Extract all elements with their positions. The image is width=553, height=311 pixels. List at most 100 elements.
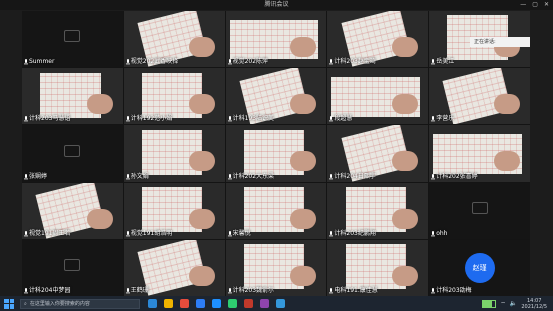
taskbar-app-icon[interactable] bbox=[276, 299, 285, 308]
microphone-icon bbox=[24, 59, 28, 65]
video-feed-detail bbox=[493, 151, 520, 172]
participant-tile[interactable]: 计科203魏俞尔 bbox=[225, 239, 327, 296]
participant-label: 计科202大东梁 bbox=[227, 173, 274, 181]
microphone-icon bbox=[431, 173, 436, 180]
participant-label: Summer bbox=[24, 58, 54, 66]
participant-tile[interactable]: 计科202大东梁 bbox=[225, 125, 327, 182]
participant-tile[interactable]: 计科204中梦园 bbox=[22, 239, 123, 296]
video-feed-detail bbox=[392, 265, 419, 286]
participant-label: 孙文娟 bbox=[125, 173, 149, 181]
participant-tile[interactable]: 孙文娟 bbox=[123, 125, 225, 182]
video-feed-detail bbox=[290, 94, 317, 115]
participant-label: 计科192范小娟 bbox=[125, 115, 172, 123]
microphone-icon bbox=[24, 288, 28, 294]
taskbar-app-icon[interactable] bbox=[244, 299, 253, 308]
participant-tile[interactable]: 视觉191周王若 bbox=[22, 182, 123, 239]
participant-name: 电科191.康佳慧 bbox=[334, 287, 378, 294]
video-feed-detail bbox=[188, 265, 215, 286]
participant-tile[interactable]: ohh bbox=[429, 182, 530, 239]
video-feed-detail bbox=[188, 208, 215, 229]
video-feed-detail bbox=[188, 151, 215, 172]
microphone-icon bbox=[329, 59, 334, 65]
microphone-icon bbox=[431, 59, 436, 65]
participant-tile[interactable]: 段超慧 bbox=[327, 68, 429, 125]
microphone-icon bbox=[24, 230, 28, 237]
participant-tile[interactable]: 李营乐 bbox=[429, 68, 530, 125]
participant-label: 计科203劭梅 bbox=[431, 287, 472, 295]
video-feed-detail bbox=[86, 208, 113, 229]
taskbar-apps bbox=[148, 299, 285, 308]
participant-label: 计科202张喜婷 bbox=[431, 173, 478, 181]
participant-label: 视觉202陈萍 bbox=[227, 58, 268, 66]
microphone-icon bbox=[329, 116, 334, 122]
search-placeholder: 在这里输入你要搜索的内容 bbox=[29, 301, 90, 307]
microphone-icon bbox=[227, 59, 232, 65]
video-feed-detail bbox=[290, 208, 317, 229]
participant-label: 计科193陆识美 bbox=[227, 115, 274, 123]
taskbar-app-icon[interactable] bbox=[228, 299, 237, 308]
taskbar-app-icon[interactable] bbox=[164, 299, 173, 308]
taskbar-app-icon[interactable] bbox=[212, 299, 221, 308]
video-feed-detail bbox=[392, 94, 419, 115]
participant-label: 计科203赵宝琦 bbox=[329, 58, 376, 66]
system-tray: ⌔ 🔈 14:07 2021/12/5 bbox=[482, 298, 547, 310]
video-feed-detail bbox=[392, 208, 419, 229]
taskbar-app-icon[interactable] bbox=[196, 299, 205, 308]
camera-off-icon bbox=[471, 201, 488, 214]
participant-tile[interactable]: 计科202张喜婷 bbox=[429, 125, 530, 182]
participant-tile[interactable]: 计科204日熙宇 bbox=[327, 125, 429, 182]
participant-tile[interactable]: 计科203纪鹏翔 bbox=[327, 182, 429, 239]
microphone-icon bbox=[125, 173, 130, 180]
minimize-button[interactable]: — bbox=[520, 0, 526, 10]
participant-label: 宋馨悦 bbox=[227, 229, 251, 238]
windows-start-button[interactable] bbox=[4, 298, 14, 309]
close-button[interactable]: ✕ bbox=[544, 0, 549, 10]
participant-tile[interactable]: 王鹤珊 bbox=[123, 239, 225, 296]
microphone-icon bbox=[431, 288, 436, 294]
taskbar-app-icon[interactable] bbox=[180, 299, 189, 308]
maximize-button[interactable]: ▢ bbox=[532, 0, 538, 10]
microphone-icon bbox=[24, 116, 28, 122]
taskbar-app-icon[interactable] bbox=[260, 299, 269, 308]
participant-name: Summer bbox=[29, 58, 55, 66]
participant-name: 计科203马慧语 bbox=[29, 115, 71, 123]
clock[interactable]: 14:07 2021/12/5 bbox=[521, 298, 547, 310]
participant-tile[interactable]: 计科203赵宝琦 bbox=[327, 11, 429, 68]
participant-name: 宋馨悦 bbox=[232, 229, 251, 237]
participant-label: 计科203马慧语 bbox=[24, 115, 70, 123]
taskbar-search-box[interactable]: ⌕ 在这里输入你要搜索的内容 bbox=[20, 298, 140, 309]
participant-tile[interactable]: 电科191.康佳慧 bbox=[327, 239, 429, 296]
participant-tile[interactable]: 视觉191胡浩明 bbox=[123, 182, 225, 239]
speaking-text: 正在讲话: bbox=[474, 39, 496, 45]
participant-tile[interactable]: 视觉202武香映择 bbox=[123, 11, 225, 68]
camera-off-icon bbox=[64, 144, 81, 157]
participant-tile[interactable]: 张娴婷 bbox=[22, 125, 123, 182]
microphone-icon bbox=[431, 230, 436, 237]
video-feed-detail bbox=[392, 37, 419, 58]
microphone-icon bbox=[431, 116, 436, 122]
video-feed-detail bbox=[290, 151, 317, 172]
participant-name: 计科203纪鹏翔 bbox=[334, 229, 376, 237]
participant-tile[interactable]: 宋馨悦 bbox=[225, 182, 327, 239]
taskbar: ⌕ 在这里输入你要搜索的内容 ⌔ 🔈 14:07 2021/12/5 bbox=[0, 296, 553, 311]
volume-icon[interactable]: 🔈 bbox=[510, 300, 517, 307]
participant-label: 张娴婷 bbox=[24, 173, 47, 181]
taskbar-app-icon[interactable] bbox=[148, 299, 157, 308]
participant-tile[interactable]: 计科203马慧语 bbox=[22, 68, 123, 125]
participant-tile[interactable]: 计科192范小娟 bbox=[123, 68, 225, 125]
wifi-icon[interactable]: ⌔ bbox=[500, 300, 506, 308]
participant-tile[interactable]: Summer bbox=[22, 11, 123, 68]
video-grid: Summer 视觉202武香映择 视觉202陈萍 计科203赵宝琦 岳美江 计科203马慧… bbox=[22, 11, 530, 296]
participant-tile[interactable]: 赵瑾 计科203劭梅 bbox=[429, 239, 530, 296]
microphone-icon bbox=[227, 230, 232, 237]
participant-label: 电科191.康佳慧 bbox=[329, 287, 378, 295]
participant-name: 视觉202武香映择 bbox=[130, 58, 179, 66]
participant-tile[interactable]: 计科193陆识美 bbox=[225, 68, 327, 125]
microphone-icon bbox=[227, 116, 232, 122]
participant-label: 视觉191周王若 bbox=[24, 230, 70, 238]
participant-tile[interactable]: 视觉202陈萍 bbox=[225, 11, 327, 68]
participant-label: 段超慧 bbox=[329, 115, 352, 123]
battery-icon[interactable] bbox=[482, 299, 497, 308]
participant-label: 视觉191胡浩明 bbox=[125, 230, 172, 238]
video-feed-detail bbox=[290, 37, 317, 58]
